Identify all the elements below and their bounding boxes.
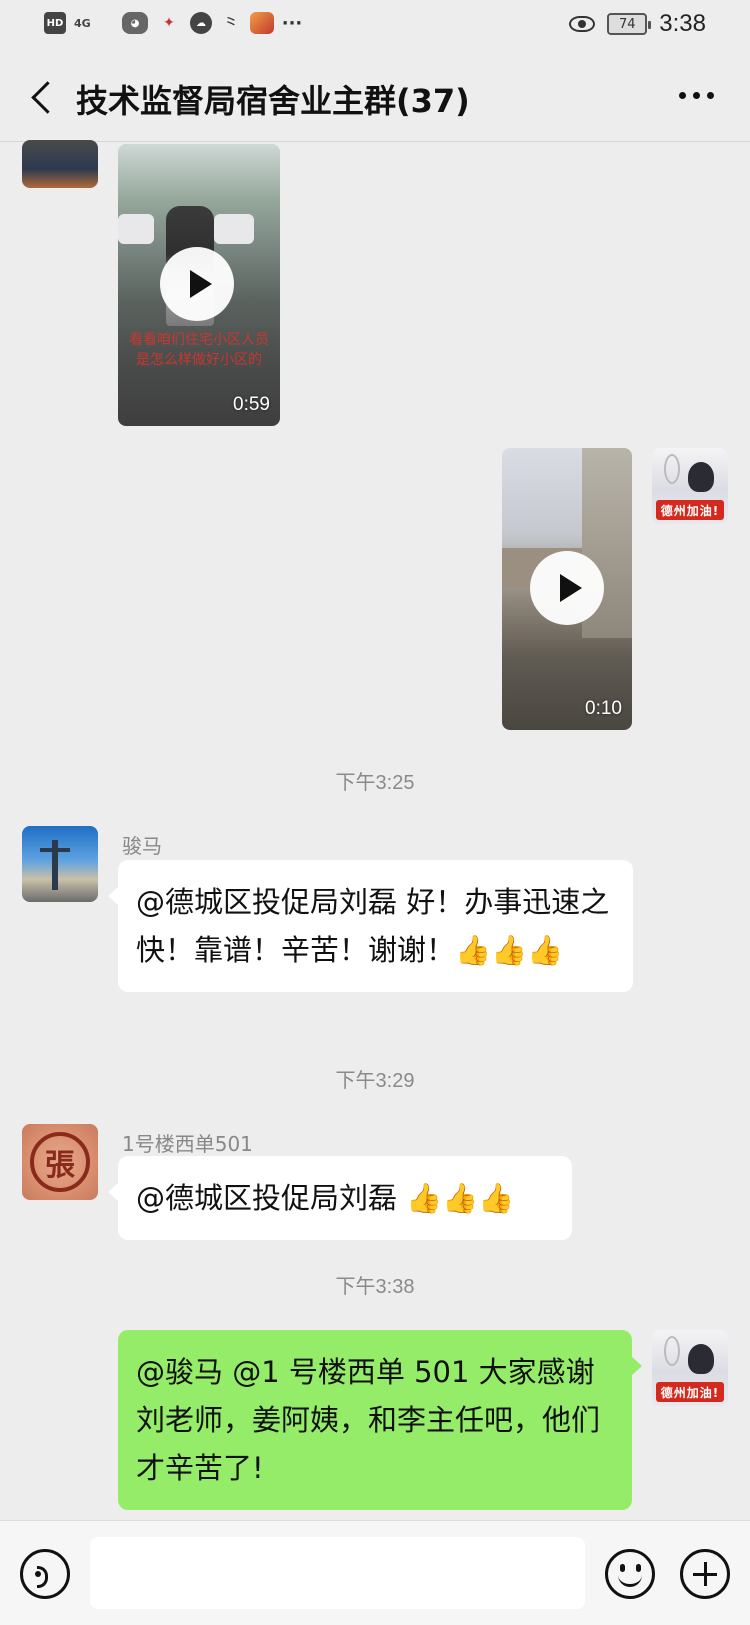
sender-name: 1号楼西单501 bbox=[122, 1132, 253, 1156]
news-app-icon: ✦ bbox=[163, 15, 175, 31]
message-input[interactable] bbox=[90, 1537, 585, 1609]
message-timestamp: 下午3:38 bbox=[335, 1276, 415, 1298]
status-bar: HD 4G ◕ ✦ ☁ ⺀ ··· 74 3:38 bbox=[0, 0, 750, 52]
avatar[interactable]: 張 bbox=[22, 1124, 98, 1200]
my-avatar[interactable]: 德州加油! bbox=[652, 448, 728, 524]
video-thumbnail-detail bbox=[214, 214, 254, 244]
message-bubble[interactable]: @德城区投促局刘磊 好！办事迅速之快！靠谱！辛苦！谢谢！👍👍👍 bbox=[108, 860, 633, 992]
status-left: HD 4G ◕ ✦ ☁ ⺀ ··· bbox=[44, 12, 303, 35]
message-bubble-self[interactable]: @骏马 @1 号楼西单 501 大家感谢刘老师，姜阿姨，和李主任吧，他们才辛苦了… bbox=[118, 1330, 642, 1510]
my-avatar[interactable]: 德州加油! bbox=[652, 1330, 728, 1406]
chevron-left-icon[interactable] bbox=[28, 82, 56, 114]
play-icon[interactable] bbox=[530, 551, 604, 625]
avatar[interactable] bbox=[22, 140, 98, 188]
plus-icon[interactable] bbox=[680, 1549, 730, 1599]
battery-icon: 74 bbox=[607, 13, 652, 35]
hd-icon: HD bbox=[44, 12, 66, 34]
network-signal-icon: 4G bbox=[74, 16, 91, 30]
status-right: 74 3:38 bbox=[569, 10, 706, 38]
voice-icon[interactable] bbox=[20, 1549, 70, 1599]
chat-title: 技术监督局宿舍业主群(37) bbox=[76, 82, 470, 120]
video-thumbnail-detail bbox=[118, 214, 154, 244]
app-notification-icon: ◕ bbox=[122, 12, 148, 34]
avatar-detail bbox=[40, 848, 70, 852]
avatar-tag: 德州加油! bbox=[656, 500, 724, 520]
avatar-tag: 德州加油! bbox=[656, 1382, 724, 1402]
video-caption-overlay: 看看咱们住宅小区人员 是怎么样做好小区的 bbox=[129, 332, 269, 368]
video-duration: 0:59 bbox=[233, 394, 270, 415]
avatar-seal: 張 bbox=[30, 1132, 90, 1192]
chat-header: 技术监督局宿舍业主群(37) bbox=[0, 52, 750, 142]
input-bar bbox=[0, 1520, 750, 1625]
video-message[interactable]: 0:10 bbox=[502, 448, 632, 730]
message-timestamp: 下午3:29 bbox=[335, 1070, 415, 1092]
avatar-detail bbox=[688, 1344, 714, 1374]
avatar-detail bbox=[664, 454, 680, 484]
message-timestamp: 下午3:25 bbox=[335, 772, 415, 794]
status-time: 3:38 bbox=[659, 10, 706, 37]
video-duration: 0:10 bbox=[585, 698, 622, 719]
eye-comfort-icon bbox=[569, 16, 596, 32]
avatar-detail bbox=[688, 462, 714, 492]
message-bubble[interactable]: @德城区投促局刘磊 👍👍👍 bbox=[108, 1156, 572, 1240]
ellipsis-icon[interactable] bbox=[679, 92, 714, 99]
play-icon[interactable] bbox=[160, 247, 234, 321]
video-message[interactable]: 看看咱们住宅小区人员 是怎么样做好小区的 0:59 bbox=[118, 144, 280, 426]
avatar-detail bbox=[664, 1336, 680, 1366]
cloud-icon: ☁ bbox=[190, 12, 212, 34]
alipay-icon: ⺀ bbox=[222, 14, 240, 35]
emoji-icon[interactable] bbox=[605, 1549, 655, 1599]
sender-name: 骏马 bbox=[122, 834, 162, 858]
more-notifications-icon: ··· bbox=[281, 12, 303, 34]
avatar[interactable] bbox=[22, 826, 98, 902]
game-app-icon bbox=[250, 12, 274, 34]
